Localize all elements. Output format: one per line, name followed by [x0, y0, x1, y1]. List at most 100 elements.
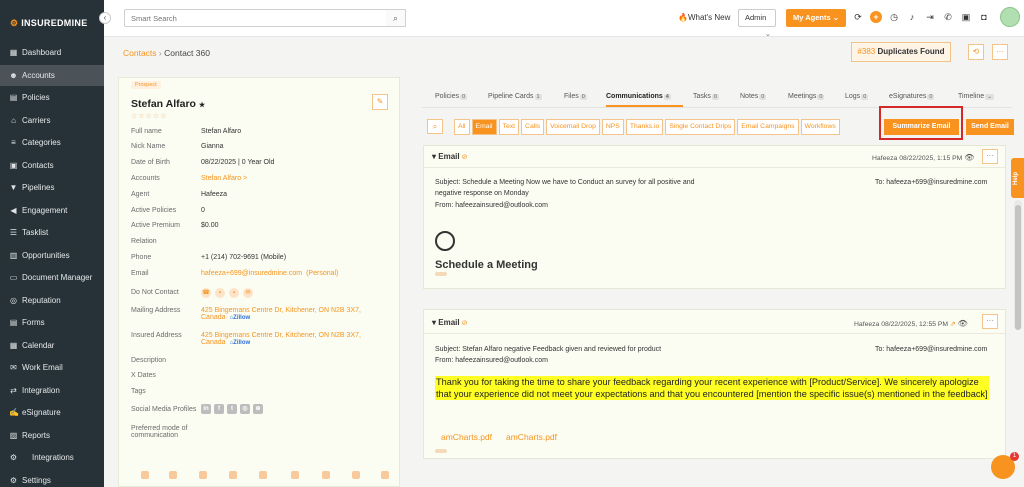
admin-select[interactable]: Admin ⌄ [738, 9, 776, 38]
sidebar-item-engagement[interactable]: ◀ Engagement [0, 200, 104, 221]
sidebar-item-opportunities[interactable]: ▥ Opportunities [0, 245, 104, 266]
sidebar-item-integration[interactable]: ⇄ Integration [0, 380, 104, 401]
facebook-icon[interactable]: f [214, 404, 224, 414]
filter-all[interactable]: All [454, 119, 470, 135]
sync-icon[interactable]: ⟲ [968, 44, 984, 60]
filter-nps[interactable]: NPS [601, 119, 624, 135]
email-card[interactable]: ▾ Email ⊘ Hafeeza 08/22/2025, 1:15 PM 👁 ·… [423, 145, 1006, 289]
sidebar-item-label: Calendar [22, 340, 55, 350]
logout-icon[interactable]: ⇥ [924, 11, 936, 23]
sidebar-item-categories[interactable]: ≡ Categories [0, 132, 104, 153]
linkedin-icon[interactable]: in [201, 404, 211, 414]
field-value[interactable]: 425 Bingemans Centre Dr, Kitchener, ON N… [201, 307, 361, 321]
chip-icon[interactable]: ▣ [960, 11, 972, 23]
sidebar-item-integrations[interactable]: ⚙ Integrations [0, 447, 104, 468]
avatar[interactable] [1000, 7, 1020, 27]
my-agents-button[interactable]: My Agents ⌄ [786, 9, 846, 27]
search-input[interactable] [125, 10, 365, 26]
dnc-mail-icon[interactable]: ✉ [243, 288, 253, 298]
zillow-link[interactable]: ⌂Zillow [230, 315, 251, 321]
phone-icon[interactable]: ✆ [942, 11, 954, 23]
filter-text[interactable]: Text [498, 119, 520, 135]
zillow-link[interactable]: ⌂Zillow [230, 340, 251, 346]
globe-icon[interactable]: ⊕ [253, 404, 263, 414]
bell-icon[interactable]: ♪ [906, 11, 918, 23]
email-more-button[interactable]: ··· [982, 149, 998, 164]
tab-logs[interactable]: Logs 0 [845, 93, 869, 100]
quick-action-icon[interactable] [381, 471, 389, 479]
sidebar-item-esignature[interactable]: ✍ eSignature [0, 402, 104, 423]
whats-new-link[interactable]: 🔥What's New [678, 13, 730, 22]
filter-calls[interactable]: Calls [521, 119, 545, 135]
sidebar-item-forms[interactable]: ▤ Forms [0, 312, 104, 333]
edit-icon[interactable]: ✎ [372, 94, 388, 110]
filter-email-campaigns[interactable]: Email Campaigns [737, 119, 799, 135]
field-value[interactable]: Stefan Alfaro > [201, 175, 247, 182]
tab-notes[interactable]: Notes 0 [740, 93, 767, 100]
sidebar-item-tasklist[interactable]: ☰ Tasklist [0, 222, 104, 243]
quick-action-icon[interactable] [199, 471, 207, 479]
quick-action-icon[interactable] [169, 471, 177, 479]
sidebar-item-policies[interactable]: ▤ Policies [0, 87, 104, 108]
sidebar-item-contacts[interactable]: ▣ Contacts [0, 155, 104, 176]
add-icon[interactable]: + [870, 11, 882, 23]
send-email-button[interactable]: Send Email [966, 119, 1014, 135]
clock-icon[interactable]: ◷ [888, 11, 900, 23]
help-tab[interactable]: Help [1011, 158, 1024, 198]
dnc-chat-icon[interactable]: ▪ [229, 288, 239, 298]
quick-action-icon[interactable] [352, 471, 360, 479]
summarize-email-button[interactable]: Summarize Email [884, 119, 959, 135]
filter-workflows[interactable]: Workflows [800, 119, 840, 135]
dnc-phone-icon[interactable]: ☎ [201, 288, 211, 298]
sidebar-item-settings[interactable]: ⚙ Settings [0, 470, 104, 487]
quick-action-icon[interactable] [229, 471, 237, 479]
duplicates-found-button[interactable]: #383 Duplicates Found [851, 42, 951, 62]
filter-single-contact-drips[interactable]: Single Contact Drips [665, 119, 736, 135]
quick-action-icon[interactable] [141, 471, 149, 479]
filter-search-icon[interactable]: ⌕ [427, 119, 443, 134]
brand-logo[interactable]: ⚙ INSUREDMINE [10, 18, 88, 29]
quick-action-icon[interactable] [291, 471, 299, 479]
sidebar-item-dashboard[interactable]: ▦ Dashboard [0, 42, 104, 63]
more-icon[interactable]: ··· [992, 44, 1008, 60]
quick-action-icon[interactable] [322, 471, 330, 479]
filter-voicemail-drop[interactable]: Voicemail Drop [546, 119, 600, 135]
filter-thanks-io[interactable]: Thanks.io [625, 119, 664, 135]
tab-files[interactable]: Files 0 [564, 93, 587, 100]
twitter-icon[interactable]: t [227, 404, 237, 414]
sidebar-item-reputation[interactable]: ◎ Reputation [0, 290, 104, 311]
search-icon[interactable]: ⌕ [386, 9, 406, 27]
status-icon[interactable]: ◘ [978, 11, 990, 23]
tab-tasks[interactable]: Tasks 0 [693, 93, 719, 100]
tab-timeline[interactable]: Timeline ⌄ [958, 93, 994, 100]
sidebar-item-calendar[interactable]: ▦ Calendar [0, 335, 104, 356]
tab-meetings[interactable]: Meetings 0 [788, 93, 825, 100]
attachment-link[interactable]: amCharts.pdf [506, 432, 557, 442]
field-value[interactable]: hafeeza+699@insuredmine.com (Personal) [201, 270, 338, 277]
sidebar-item-pipelines[interactable]: ▼ Pipelines [0, 177, 104, 198]
email-card[interactable]: ▾ Email ⊘ Hafeeza 08/22/2025, 12:55 PM ⇗ … [423, 309, 1006, 459]
sidebar-item-document-manager[interactable]: ▭ Document Manager [0, 267, 104, 288]
dnc-sms-icon[interactable]: ▪ [215, 288, 225, 298]
scrollbar-thumb[interactable] [1015, 205, 1021, 330]
filter-email[interactable]: Email [471, 119, 497, 135]
tab-communications[interactable]: Communications 4 [606, 93, 671, 100]
quick-action-icon[interactable] [259, 471, 267, 479]
instagram-icon[interactable]: ◎ [240, 404, 250, 414]
field-value[interactable]: 425 Bingemans Centre Dr, Kitchener, ON N… [201, 332, 361, 346]
sidebar-item-reports[interactable]: ▨ Reports [0, 425, 104, 446]
sidebar-item-label: Document Manager [22, 273, 93, 282]
tab-policies[interactable]: Policies 0 [435, 93, 468, 100]
tab-esignatures[interactable]: eSignatures 0 [889, 93, 935, 100]
field-label: Accounts [131, 175, 160, 182]
email-more-button[interactable]: ··· [982, 314, 998, 329]
sidebar-item-accounts[interactable]: ☻ Accounts [0, 64, 104, 86]
tab-pipeline-cards[interactable]: Pipeline Cards 1 [488, 93, 542, 100]
attachment-link[interactable]: amCharts.pdf [441, 432, 492, 442]
collapse-sidebar-button[interactable]: ‹ [99, 12, 111, 24]
refresh-icon[interactable]: ⟳ [852, 11, 864, 23]
sidebar-item-carriers[interactable]: ⌂ Carriers [0, 110, 104, 131]
breadcrumb-contacts[interactable]: Contacts [123, 48, 157, 58]
rating-stars[interactable]: ☆☆☆☆☆ [131, 112, 167, 120]
sidebar-item-work-email[interactable]: ✉ Work Email [0, 357, 104, 378]
